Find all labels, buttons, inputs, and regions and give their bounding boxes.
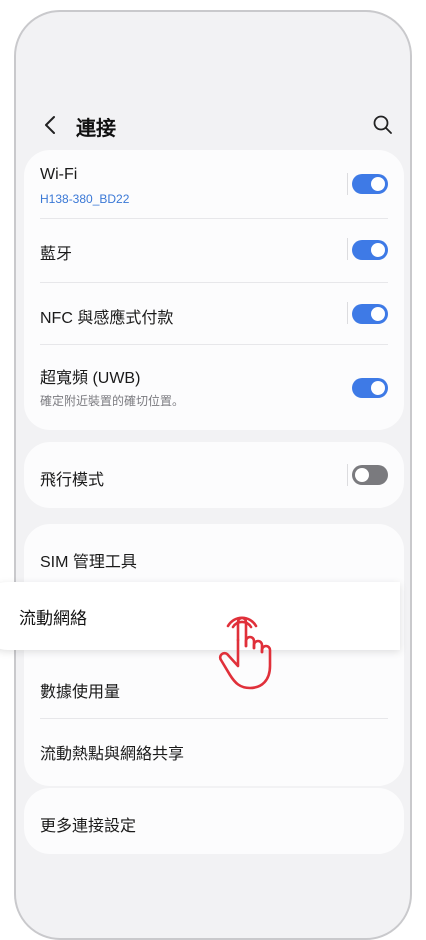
more-settings-row[interactable]: 更多連接設定: [24, 788, 404, 854]
hotspot-label: 流動熱點與網絡共享: [40, 746, 185, 763]
uwb-description: 確定附近裝置的確切位置。: [40, 394, 185, 408]
bluetooth-row[interactable]: 藍牙: [24, 218, 404, 282]
airplane-card: 飛行模式: [24, 442, 404, 508]
data-usage-label: 數據使用量: [40, 684, 121, 701]
divider: [347, 238, 348, 260]
airplane-row[interactable]: 飛行模式: [24, 442, 404, 508]
divider: [347, 173, 348, 195]
airplane-label: 飛行模式: [40, 472, 105, 489]
more-settings-label: 更多連接設定: [40, 818, 137, 835]
uwb-toggle[interactable]: [352, 378, 388, 398]
phone-frame: 連接 Wi-Fi H138-380_BD22 藍牙 NFC 與感應式付款 超寬頻: [14, 10, 412, 940]
divider: [347, 464, 348, 486]
app-header: 連接: [16, 104, 410, 148]
wifi-row[interactable]: Wi-Fi H138-380_BD22: [24, 150, 404, 218]
sim-manager-row[interactable]: SIM 管理工具: [24, 524, 404, 590]
bluetooth-toggle[interactable]: [352, 240, 388, 260]
search-icon[interactable]: [368, 110, 398, 140]
wifi-label: Wi-Fi: [40, 166, 78, 183]
nfc-label: NFC 與感應式付款: [40, 310, 174, 327]
wifi-toggle[interactable]: [352, 174, 388, 194]
tap-hand-icon: [218, 616, 272, 690]
mobile-networks-item[interactable]: 流動網絡: [0, 582, 400, 650]
uwb-row[interactable]: 超寬頻 (UWB) 確定附近裝置的確切位置。: [24, 344, 404, 430]
chevron-left-icon[interactable]: [36, 110, 66, 140]
page-title: 連接: [76, 118, 116, 140]
hotspot-row[interactable]: 流動熱點與網絡共享: [24, 718, 404, 784]
nfc-toggle[interactable]: [352, 304, 388, 324]
uwb-label: 超寬頻 (UWB): [40, 370, 141, 387]
more-card: 更多連接設定: [24, 788, 404, 854]
airplane-toggle[interactable]: [352, 465, 388, 485]
mobile-networks-label: 流動網絡: [19, 609, 87, 628]
wifi-network-name: H138-380_BD22: [40, 192, 130, 206]
nfc-row[interactable]: NFC 與感應式付款: [24, 282, 404, 344]
connections-card: Wi-Fi H138-380_BD22 藍牙 NFC 與感應式付款 超寬頻 (U…: [24, 150, 404, 430]
divider: [347, 302, 348, 324]
sim-manager-label: SIM 管理工具: [40, 554, 137, 571]
bluetooth-label: 藍牙: [40, 246, 73, 263]
